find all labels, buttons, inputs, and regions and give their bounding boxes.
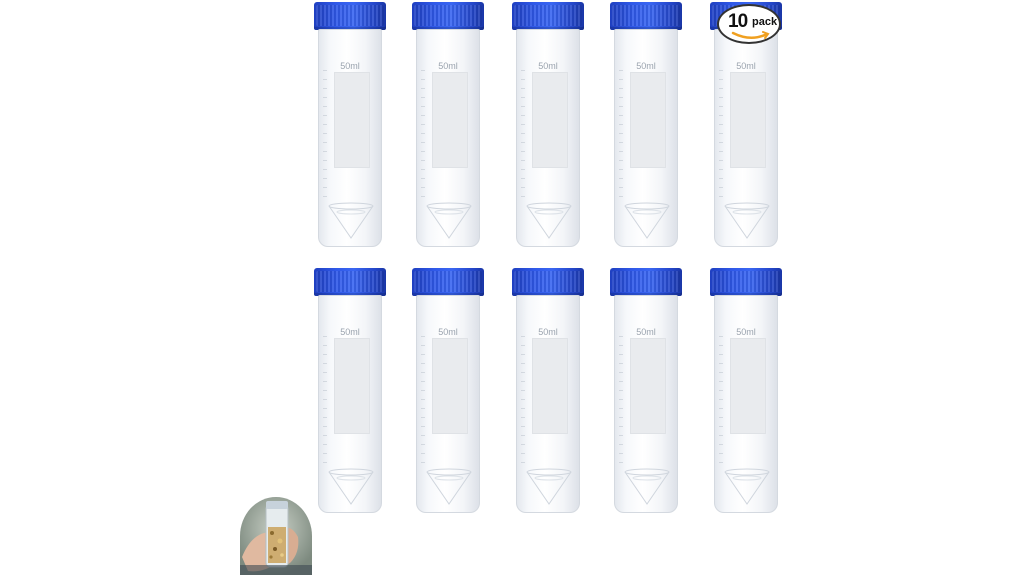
conical-bottom xyxy=(525,202,573,240)
conical-bottom xyxy=(525,468,573,506)
write-on-area xyxy=(630,338,666,434)
graduation-marks xyxy=(719,70,723,200)
blue-cap xyxy=(314,268,386,296)
volume-label: 50ml xyxy=(736,61,756,71)
pack-count-number: 10 xyxy=(728,11,748,32)
volume-label: 50ml xyxy=(438,61,458,71)
graduation-marks xyxy=(521,336,525,466)
write-on-area xyxy=(532,338,568,434)
tube-body: 50ml xyxy=(318,29,382,247)
conical-bottom xyxy=(623,202,671,240)
tube-body: 50ml xyxy=(614,295,678,513)
tube-body: 50ml xyxy=(614,29,678,247)
centrifuge-tube: 50ml xyxy=(512,2,584,248)
tube-body: 50ml xyxy=(516,295,580,513)
tube-body: 50ml xyxy=(714,29,778,247)
conical-bottom xyxy=(327,202,375,240)
centrifuge-tube: 50ml xyxy=(412,2,484,248)
conical-bottom xyxy=(723,468,771,506)
graduation-marks xyxy=(323,336,327,466)
volume-label: 50ml xyxy=(538,61,558,71)
write-on-area xyxy=(432,338,468,434)
hand-holding-tube-photo xyxy=(240,497,312,575)
write-on-area xyxy=(334,338,370,434)
volume-label: 50ml xyxy=(340,61,360,71)
blue-cap xyxy=(412,268,484,296)
graduation-marks xyxy=(323,70,327,200)
blue-cap xyxy=(314,2,386,30)
pack-count-unit: pack xyxy=(752,16,778,28)
conical-bottom xyxy=(723,202,771,240)
volume-label: 50ml xyxy=(636,327,656,337)
graduation-marks xyxy=(421,70,425,200)
graduation-marks xyxy=(421,336,425,466)
centrifuge-tube: 50ml xyxy=(610,268,682,514)
write-on-area xyxy=(730,72,766,168)
volume-label: 50ml xyxy=(438,327,458,337)
blue-cap xyxy=(512,268,584,296)
graduation-marks xyxy=(719,336,723,466)
conical-bottom xyxy=(327,468,375,506)
inset-photo-icon xyxy=(240,497,312,575)
conical-bottom xyxy=(425,202,473,240)
centrifuge-tube: 50ml xyxy=(412,268,484,514)
write-on-area xyxy=(630,72,666,168)
graduation-marks xyxy=(521,70,525,200)
tube-body: 50ml xyxy=(318,295,382,513)
centrifuge-tube: 50ml xyxy=(512,268,584,514)
centrifuge-tube: 50ml xyxy=(710,268,782,514)
volume-label: 50ml xyxy=(340,327,360,337)
blue-cap xyxy=(610,268,682,296)
tube-body: 50ml xyxy=(416,29,480,247)
centrifuge-tube: 50ml xyxy=(314,268,386,514)
blue-cap xyxy=(412,2,484,30)
tube-body: 50ml xyxy=(416,295,480,513)
volume-label: 50ml xyxy=(636,61,656,71)
centrifuge-tube: 50ml xyxy=(314,2,386,248)
blue-cap xyxy=(512,2,584,30)
tube-body: 50ml xyxy=(516,29,580,247)
product-image: 50ml 50ml 50ml 50ml 50ml 50ml 50ml 50ml … xyxy=(0,0,1024,575)
blue-cap xyxy=(710,268,782,296)
graduation-marks xyxy=(619,70,623,200)
write-on-area xyxy=(730,338,766,434)
centrifuge-tube: 50ml xyxy=(610,2,682,248)
volume-label: 50ml xyxy=(538,327,558,337)
write-on-area xyxy=(432,72,468,168)
blue-cap xyxy=(610,2,682,30)
conical-bottom xyxy=(425,468,473,506)
write-on-area xyxy=(532,72,568,168)
tube-body: 50ml xyxy=(714,295,778,513)
smile-arrow-icon xyxy=(731,31,770,39)
write-on-area xyxy=(334,72,370,168)
pack-count-badge: 10 pack xyxy=(717,4,781,44)
graduation-marks xyxy=(619,336,623,466)
conical-bottom xyxy=(623,468,671,506)
volume-label: 50ml xyxy=(736,327,756,337)
